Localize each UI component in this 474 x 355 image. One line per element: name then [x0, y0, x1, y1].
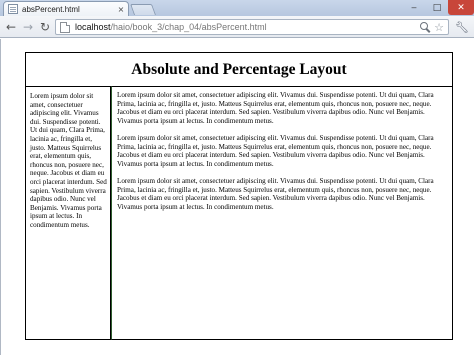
- maximize-button[interactable]: □: [426, 0, 448, 15]
- close-window-button[interactable]: ✕: [448, 0, 474, 15]
- reload-icon: ↻: [39, 20, 51, 34]
- star-icon[interactable]: ☆: [434, 21, 444, 34]
- left-column: Lorem ipsum dolor sit amet, consectetuer…: [25, 86, 111, 340]
- zoom-icon[interactable]: [419, 21, 431, 33]
- page-title: Absolute and Percentage Layout: [131, 60, 347, 78]
- address-bar[interactable]: localhost/haio/book_3/chap_04/absPercent…: [55, 19, 449, 35]
- back-button[interactable]: ←: [3, 19, 19, 35]
- right-column: Lorem ipsum dolor sit amet, consectetuer…: [111, 86, 453, 340]
- minimize-button[interactable]: ‒: [402, 0, 426, 15]
- url-host: localhost: [75, 22, 111, 32]
- page-viewport: Absolute and Percentage Layout Lorem ips…: [0, 39, 474, 355]
- paragraph: Lorem ipsum dolor sit amet, consectetuer…: [117, 91, 434, 125]
- page-icon: [60, 21, 70, 33]
- paragraph: Lorem ipsum dolor sit amet, consectetuer…: [117, 133, 434, 168]
- url-path: /haio/book_3/chap_04/absPercent.html: [110, 22, 267, 32]
- browser-tab[interactable]: absPercent.html ×: [3, 1, 129, 16]
- reload-button[interactable]: ↻: [37, 19, 53, 35]
- forward-icon: →: [22, 20, 34, 34]
- forward-button[interactable]: →: [20, 19, 36, 35]
- tab-title: absPercent.html: [22, 4, 80, 14]
- wrench-icon[interactable]: 🔧︎: [455, 20, 469, 34]
- new-tab-button[interactable]: [129, 4, 157, 15]
- back-icon: ←: [5, 20, 17, 34]
- title-bar: absPercent.html × ‒ □ ✕: [0, 0, 474, 16]
- url-text[interactable]: localhost/haio/book_3/chap_04/absPercent…: [75, 22, 419, 32]
- paragraph: Lorem ipsum dolor sit amet, consectetuer…: [117, 176, 434, 211]
- left-column-text: Lorem ipsum dolor sit amet, consectetuer…: [30, 92, 107, 229]
- page-header: Absolute and Percentage Layout: [25, 52, 453, 86]
- tab-close-button[interactable]: ×: [116, 5, 126, 14]
- page-icon: [8, 4, 18, 14]
- browser-toolbar: ← → ↻ localhost/haio/book_3/chap_04/absP…: [0, 16, 474, 38]
